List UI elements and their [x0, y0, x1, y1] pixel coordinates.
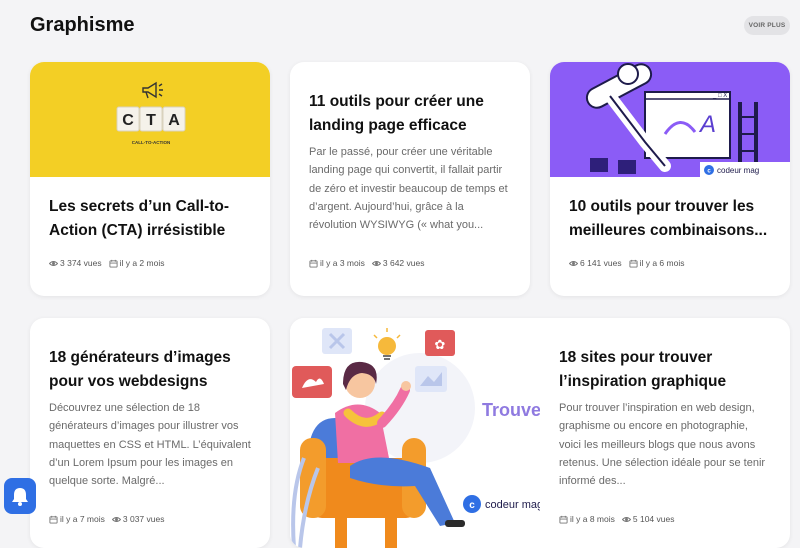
card-meta: 3 374 vues il y a 2 mois: [49, 258, 164, 268]
svg-text:_ □ X: _ □ X: [712, 93, 727, 99]
article-card-cta[interactable]: C T A CALL-TO-ACTION Les secrets d’un Ca…: [30, 62, 270, 296]
article-card-inspiration[interactable]: ✿ Trouver l’inspiration c codeur mag 18 …: [290, 318, 790, 548]
card-excerpt: Découvrez une sélection de 18 générateur…: [49, 402, 251, 488]
view-count: 3 037 vues: [122, 514, 165, 524]
eye-icon: [621, 516, 631, 522]
article-card-image-generators[interactable]: 18 générateurs d’images pour vos webdesi…: [30, 318, 270, 548]
section-title: Graphisme: [30, 14, 135, 36]
card-excerpt: Par le passé, pour créer une véritable l…: [309, 146, 508, 232]
brand-label: codeur mag: [485, 499, 540, 511]
cta-thumbnail: C T A CALL-TO-ACTION: [30, 62, 270, 177]
illustration-letter: A: [698, 111, 716, 138]
cta-tile-a: A: [168, 112, 180, 129]
svg-text:✿: ✿: [435, 338, 446, 353]
publish-date: il y a 6 mois: [639, 258, 685, 268]
card-title[interactable]: 10 outils pour trouver les meilleures co…: [569, 195, 781, 242]
inspiration-thumbnail: ✿ Trouver l’inspiration c codeur mag: [290, 318, 540, 548]
view-count: 3 374 vues: [60, 258, 102, 268]
view-count: 5 104 vues: [632, 514, 675, 524]
article-card-landing-page[interactable]: 11 outils pour créer une landing page ef…: [290, 62, 530, 296]
card-meta: il y a 3 mois 3 642 vues: [309, 258, 424, 268]
card-title[interactable]: Les secrets d’un Call-to-Action (CTA) ir…: [49, 195, 254, 242]
card-title[interactable]: 11 outils pour créer une landing page ef…: [309, 90, 514, 137]
svg-text:c: c: [469, 500, 475, 511]
eye-icon: [569, 260, 578, 266]
card-meta: 6 141 vues il y a 6 mois: [569, 258, 684, 268]
bell-icon: [12, 488, 28, 506]
eye-icon: [111, 516, 121, 522]
calendar-icon: [559, 515, 568, 524]
cta-caption: CALL-TO-ACTION: [132, 140, 170, 145]
cta-tile-t: T: [146, 112, 156, 129]
card-title[interactable]: 18 sites pour trouver l’inspiration grap…: [559, 346, 764, 393]
calendar-icon: [309, 259, 318, 268]
publish-date: il y a 2 mois: [119, 258, 165, 268]
view-count: 3 642 vues: [382, 258, 425, 268]
publish-date: il y a 7 mois: [60, 514, 105, 524]
card-title[interactable]: 18 générateurs d’images pour vos webdesi…: [49, 346, 254, 393]
card-excerpt: Pour trouver l’inspiration en web design…: [559, 402, 766, 488]
color-tools-thumbnail: _ □ X A c codeur mag: [550, 62, 790, 177]
card-meta: il y a 8 mois 5 104 vues: [559, 514, 674, 524]
calendar-icon: [109, 259, 118, 268]
card-meta: il y a 7 mois 3 037 vues: [49, 514, 164, 524]
see-more-button[interactable]: VOIR PLUS: [744, 16, 790, 35]
notification-bell-button[interactable]: [4, 478, 36, 514]
cta-tile-c: C: [122, 112, 134, 129]
eye-icon: [49, 260, 58, 266]
view-count: 6 141 vues: [580, 258, 622, 268]
brand-label: codeur mag: [717, 166, 759, 175]
article-card-color-tools[interactable]: _ □ X A c codeur mag 10 outils pour trou…: [550, 62, 790, 296]
eye-icon: [371, 260, 381, 266]
publish-date: il y a 8 mois: [570, 514, 615, 524]
inspiration-heading: Trouver l’inspiration: [482, 400, 540, 420]
publish-date: il y a 3 mois: [320, 258, 365, 268]
calendar-icon: [49, 515, 58, 524]
calendar-icon: [629, 259, 638, 268]
